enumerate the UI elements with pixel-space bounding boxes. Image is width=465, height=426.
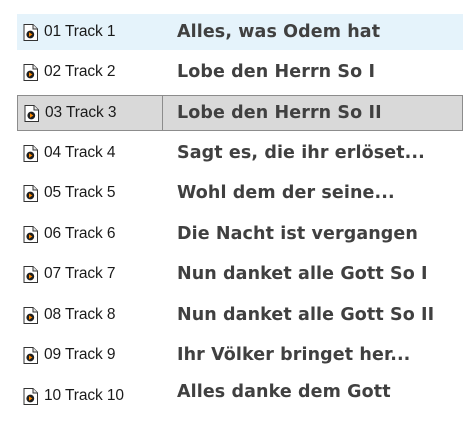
track-file-item[interactable]: 10 Track 10 [17,378,163,414]
track-file-item[interactable]: 04 Track 4 [17,135,163,171]
track-list: 01 Track 1 Alles, was Odem hat 02 Track … [0,0,465,426]
track-title: Nun danket alle Gott So II [177,305,435,325]
track-title-cell[interactable]: Lobe den Herrn So I [163,54,463,90]
track-title: Lobe den Herrn So II [177,103,382,123]
track-file-name: 10 Track 10 [44,387,124,404]
track-title-cell[interactable]: Die Nacht ist vergangen [163,216,463,252]
track-file-item[interactable]: 09 Track 9 [17,337,163,373]
track-title: Alles, was Odem hat [177,22,381,42]
track-title: Die Nacht ist vergangen [177,224,418,244]
track-title-cell[interactable]: Wohl dem der seine... [163,175,463,211]
track-title-cell[interactable]: Nun danket alle Gott So I [163,256,463,292]
track-title: Ihr Völker bringet her... [177,345,411,365]
track-title-cell[interactable]: Sagt es, die ihr erlöset... [163,135,463,171]
track-file-item[interactable]: 03 Track 3 [17,95,163,131]
track-title: Alles danke dem Gott [177,382,391,402]
media-file-icon [23,387,38,405]
track-file-name: 03 Track 3 [45,104,117,121]
track-title-cell[interactable]: Alles danke dem Gott [163,374,463,410]
track-title-cell[interactable]: Ihr Völker bringet her... [163,337,463,373]
track-file-name: 08 Track 8 [44,306,116,323]
track-title-cell[interactable]: Nun danket alle Gott So II [163,297,463,333]
track-title: Wohl dem der seine... [177,183,395,203]
track-file-item[interactable]: 02 Track 2 [17,54,163,90]
track-file-name: 04 Track 4 [44,144,116,161]
track-title: Sagt es, die ihr erlöset... [177,143,425,163]
media-file-icon [23,144,38,162]
track-file-name: 09 Track 9 [44,346,116,363]
media-file-icon [23,265,38,283]
media-file-icon [23,63,38,81]
media-file-icon [23,225,38,243]
track-file-name: 02 Track 2 [44,63,116,80]
track-title: Lobe den Herrn So I [177,62,376,82]
media-file-icon [23,306,38,324]
track-title-cell[interactable]: Alles, was Odem hat [163,14,463,50]
media-file-icon [23,184,38,202]
track-title: Nun danket alle Gott So I [177,264,428,284]
track-file-item[interactable]: 07 Track 7 [17,256,163,292]
media-file-icon [23,346,38,364]
track-file-name: 06 Track 6 [44,225,116,242]
track-file-name: 01 Track 1 [44,23,116,40]
media-file-icon [23,23,38,41]
track-file-item[interactable]: 05 Track 5 [17,175,163,211]
track-file-item[interactable]: 08 Track 8 [17,297,163,333]
track-file-name: 07 Track 7 [44,265,116,282]
track-file-item[interactable]: 06 Track 6 [17,216,163,252]
track-file-item[interactable]: 01 Track 1 [17,14,163,50]
track-title-cell[interactable]: Lobe den Herrn So II [163,95,463,131]
media-file-icon [24,104,39,122]
track-file-name: 05 Track 5 [44,184,116,201]
